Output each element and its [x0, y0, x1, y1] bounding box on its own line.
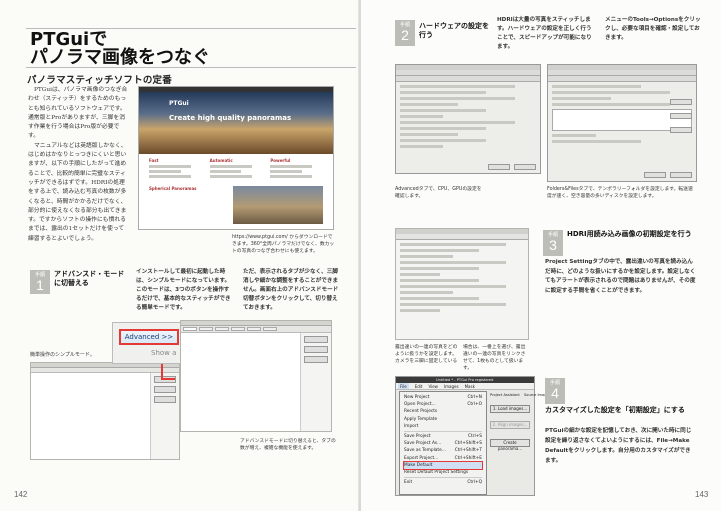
exposure-caption-a: 露出違いの一連の写真をどのように扱うかを設定します。カメラを三脚に固定している	[395, 345, 458, 364]
step-1-heading: アドバンスド・モードに切替える	[54, 270, 125, 287]
hero-banner: PTGui Create high quality panoramas	[139, 92, 333, 154]
simple-mode-caption: 簡単操作のシンプルモード。	[30, 352, 95, 358]
step-3-heading: HDRI用読み込み画像の初期設定を行う	[567, 230, 692, 238]
menu-item-open-project[interactable]: Open Project... Ctrl+O	[404, 401, 482, 408]
simple-mode-screenshot	[30, 362, 180, 460]
menu-item-import[interactable]: Import	[404, 423, 482, 430]
menu-item-apply-template[interactable]: Apply Template	[404, 416, 482, 423]
left-page: PTGuiで パノラマ画像をつなぐ パノラマスティッチソフトの定番 PTGuiは…	[0, 0, 360, 511]
file-menu-dropdown: New Project Ctrl+N Open Project... Ctrl+O …	[399, 391, 487, 495]
options-folders-dialog	[547, 64, 697, 182]
callout-line-h	[161, 378, 175, 380]
menu-view[interactable]: View	[428, 383, 438, 389]
intro-paragraph-1: PTGuiは、パノラマ画像のつなぎ合わせ（スティッチ）をするためのもっとも知られ…	[28, 87, 128, 140]
advanced-button[interactable]: Advanced >>	[119, 329, 179, 345]
step-number: 4	[551, 385, 559, 401]
step-1-badge: 手順 1	[30, 270, 50, 294]
step-3-badge: 手順 3	[543, 230, 563, 256]
right-page: 手順 2 ハードウェアの設定を行う HDRIは大量の写真をスティッチします。ハー…	[361, 0, 721, 511]
website-caption: https://www.ptgui.com/ からダウンロードできます。360°…	[232, 235, 335, 254]
intro-paragraph-2: マニュアルなどは英語版しかなく、はじめはかなりとっつきにくいと思いますが、以下の…	[28, 142, 127, 242]
align-images-button[interactable]: 2. Align images...	[490, 421, 530, 429]
menu-images[interactable]: Images	[444, 383, 459, 389]
ptgui-website-screenshot: PTGui Create high quality panoramas Fast…	[138, 86, 334, 230]
step-4-heading: カスタマイズした設定を「初期設定」にする	[545, 406, 685, 414]
file-menu-screenshot: Untitled * - PTGui Pro registered File E…	[395, 376, 551, 496]
advanced-mode-screenshot	[180, 320, 332, 432]
feature-col-fast: Fast	[149, 158, 202, 180]
step-4-badge: 手順 4	[545, 378, 565, 404]
section-title: Spherical Panoramas	[149, 186, 197, 191]
step-2-text-a: HDRIは大量の写真をスティッチします。ハードウェアの設定を正しく行うことで、ス…	[497, 17, 592, 50]
step-1-text-b: ただ、表示されるタブが少なく、三脚消しや細かな調整をすることができません。画面右…	[243, 269, 339, 311]
menu-item-export-project[interactable]: Export Project... Ctrl+Shift+E	[404, 455, 482, 462]
step-2-badge: 手順 2	[395, 20, 415, 46]
menu-item-exit[interactable]: Exit Ctrl+Q	[404, 479, 482, 486]
step-3-text: Project Settingタブの中で、露出違いの写真を読み込んだ時に、どのよ…	[545, 259, 696, 294]
menu-item-reset-default[interactable]: Reset Default Project Settings	[404, 469, 482, 476]
menu-item-make-default[interactable]: Make Default	[403, 460, 483, 471]
tabs-area: Project Assistant Source Images	[490, 393, 551, 397]
show-text: Show a	[151, 349, 177, 357]
step-4-text: PTGuiの細かな設定を記憶しておき、次に開いた時に同じ設定を繰り返さなくてよい…	[545, 428, 692, 464]
advanced-mode-caption: アドバンスドモードに切り替えると、タブの数が増え、複雑な機能を使えます。	[240, 439, 336, 451]
menu-bar: File Edit View Images Mask	[396, 383, 534, 390]
menu-item-save-as-template[interactable]: Save as Template... Ctrl+Shift+T	[404, 447, 482, 454]
tab-project-assistant[interactable]: Project Assistant	[490, 393, 520, 397]
step-2-text-b: メニューのTools→Optionsをクリックし、必要な項目を確認・設定しておき…	[605, 17, 701, 41]
page-number-left: 142	[14, 490, 28, 499]
menu-file[interactable]: File	[398, 383, 409, 389]
exposure-caption-b: 場合は、一番上を選び、露出違いの一連の写真をリンクさせて、1枚ものとして扱います…	[463, 345, 526, 371]
hero-text: Create high quality panoramas	[169, 114, 292, 122]
load-images-button[interactable]: 1. Load images...	[490, 405, 530, 413]
step-number: 3	[549, 237, 557, 253]
step-number: 1	[36, 277, 44, 293]
advanced-tab-caption: Advancedタブで、CPU、GPUの設定を確認します。	[395, 187, 482, 199]
website-logo: PTGui	[169, 100, 189, 107]
menu-mask[interactable]: Mask	[465, 383, 475, 389]
page-title: PTGuiで パノラマ画像をつなぐ	[26, 28, 356, 68]
folders-tab-caption: Folders&Filesタブで、テンポラリーフォルダを設定します。転送速度が速…	[547, 187, 693, 199]
step-number: 2	[401, 27, 409, 43]
menu-edit[interactable]: Edit	[415, 383, 423, 389]
feature-col-automatic: Automatic	[209, 158, 263, 180]
feature-columns: Fast Automatic Powerful	[139, 154, 333, 184]
options-advanced-dialog	[395, 64, 541, 174]
project-settings-screenshot	[395, 228, 529, 340]
step-1-text-a: インストールして最初に起動した時は、シンプルモードになっています。このモードは、…	[136, 269, 231, 311]
subheading: パノラマスティッチソフトの定番	[27, 75, 172, 86]
menu-item-save-project-as[interactable]: Save Project As... Ctrl+Shift+S	[404, 440, 482, 447]
create-panorama-button[interactable]: Create panorama...	[490, 439, 530, 451]
intro-text: PTGuiは、パノラマ画像のつなぎ合わせ（スティッチ）をするためのもっとも知られ…	[28, 86, 128, 244]
menu-item-new-project[interactable]: New Project Ctrl+N	[404, 394, 482, 401]
spherical-section: Spherical Panoramas	[139, 184, 333, 226]
title-line-2: パノラマ画像をつなぐ	[30, 47, 210, 68]
menu-item-save-project[interactable]: Save Project Ctrl+S	[404, 433, 482, 440]
menu-item-recent-projects[interactable]: Recent Projects	[404, 408, 482, 415]
spherical-thumbnail	[233, 186, 323, 224]
step-2-heading: ハードウェアの設定を行う	[419, 22, 489, 39]
page-number-right: 143	[695, 490, 709, 499]
feature-col-powerful: Powerful	[270, 158, 323, 180]
